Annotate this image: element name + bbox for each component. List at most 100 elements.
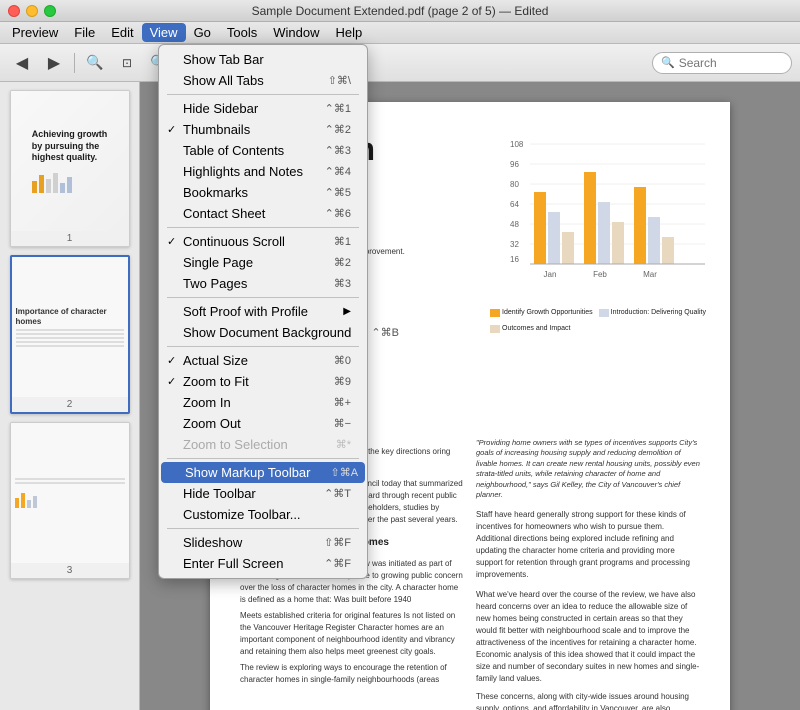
menu-label-thumbnails: Thumbnails [183, 122, 250, 137]
menu-label-show-tab-bar: Show Tab Bar [183, 52, 264, 67]
menu-go[interactable]: Go [186, 23, 219, 42]
toolbar-sep-1 [74, 53, 75, 73]
menu-label-zoom-out: Zoom Out [183, 416, 241, 431]
svg-text:16: 16 [510, 255, 519, 264]
zoom-fit-button[interactable]: ⊡ [113, 49, 141, 77]
menu-item-customize-toolbar[interactable]: Customize Toolbar... [159, 504, 367, 525]
svg-text:108: 108 [510, 140, 524, 149]
zoom-out-button[interactable]: 🔍 [81, 49, 109, 77]
search-box[interactable]: 🔍 [652, 52, 792, 74]
thumb-preview-1: Achieving growthby pursuing thehighest q… [11, 91, 129, 231]
menu-item-table-of-contents[interactable]: Table of Contents ⌃⌘3 [159, 140, 367, 161]
menu-shortcut-continuous: ⌘1 [314, 235, 351, 248]
thumbnail-page-3[interactable]: 3 [10, 422, 130, 579]
menu-shortcut-bookmarks: ⌃⌘5 [305, 186, 351, 199]
thumb-preview-2: Importance of character homes [12, 257, 128, 397]
sep-3 [167, 297, 359, 298]
menu-item-zoom-to-fit[interactable]: Zoom to Fit ⌘9 [159, 371, 367, 392]
menu-label-slideshow: Slideshow [183, 535, 242, 550]
pdf-right-body3: These concerns, along with city-wide iss… [476, 691, 700, 710]
menu-view[interactable]: View [142, 23, 186, 42]
submenu-arrow-soft-proof: ▶ [343, 306, 351, 317]
menu-label-zoom-in: Zoom In [183, 395, 231, 410]
menu-item-show-doc-bg[interactable]: Show Document Background ⌃⌘B [159, 322, 367, 343]
menu-preview[interactable]: Preview [4, 23, 66, 42]
menu-label-show-markup-toolbar: Show Markup Toolbar [185, 465, 311, 480]
menu-shortcut-hide-sidebar: ⌃⌘1 [305, 102, 351, 115]
menu-item-zoom-out[interactable]: Zoom Out ⌘− [159, 413, 367, 434]
sep-5 [167, 458, 359, 459]
svg-text:Jan: Jan [544, 270, 557, 279]
menu-label-two-pages: Two Pages [183, 276, 247, 291]
search-icon: 🔍 [661, 56, 675, 69]
page-number-1: 1 [11, 231, 129, 246]
title-bar: Sample Document Extended.pdf (page 2 of … [0, 0, 800, 22]
menu-item-show-tab-bar[interactable]: Show Tab Bar [159, 49, 367, 70]
menu-item-zoom-in[interactable]: Zoom In ⌘+ [159, 392, 367, 413]
back-button[interactable]: ◀ [8, 49, 36, 77]
menu-item-bookmarks[interactable]: Bookmarks ⌃⌘5 [159, 182, 367, 203]
toolbar: ◀ ▶ 🔍 ⊡ 🔍 ⬆ ✒ ⬡ 🔍 [0, 44, 800, 82]
menu-shortcut-show-all-tabs: ⇧⌘\ [308, 74, 351, 87]
menu-item-hide-sidebar[interactable]: Hide Sidebar ⌃⌘1 [159, 98, 367, 119]
menu-shortcut-show-doc-bg: ⌃⌘B [351, 326, 399, 339]
menu-label-zoom-to-selection: Zoom to Selection [183, 437, 288, 452]
menu-file[interactable]: File [66, 23, 103, 42]
menu-shortcut-thumbnails: ⌃⌘2 [305, 123, 351, 136]
menu-edit[interactable]: Edit [103, 23, 141, 42]
menu-item-single-page[interactable]: Single Page ⌘2 [159, 252, 367, 273]
menu-label-single-page: Single Page [183, 255, 253, 270]
pdf-right-body2: What we've heard over the course of the … [476, 589, 700, 685]
pdf-section-body2: Meets established criteria for original … [240, 610, 464, 658]
menu-shortcut-full-screen: ⌃⌘F [304, 557, 351, 570]
menu-item-show-all-tabs[interactable]: Show All Tabs ⇧⌘\ [159, 70, 367, 91]
menu-shortcut-actual-size: ⌘0 [314, 354, 351, 367]
menu-item-two-pages[interactable]: Two Pages ⌘3 [159, 273, 367, 294]
menu-window[interactable]: Window [265, 23, 327, 42]
pdf-chart: 108 96 80 64 48 32 16 [490, 122, 710, 302]
menu-item-highlights-notes[interactable]: Highlights and Notes ⌃⌘4 [159, 161, 367, 182]
sep-6 [167, 528, 359, 529]
menu-label-table-of-contents: Table of Contents [183, 143, 284, 158]
menu-label-highlights-notes: Highlights and Notes [183, 164, 303, 179]
search-input[interactable] [679, 56, 783, 70]
menu-item-hide-toolbar[interactable]: Hide Toolbar ⌃⌘T [159, 483, 367, 504]
menu-shortcut-zoom-out: ⌘− [314, 417, 351, 430]
menu-item-continuous-scroll[interactable]: Continuous Scroll ⌘1 [159, 231, 367, 252]
svg-text:32: 32 [510, 240, 519, 249]
menu-label-zoom-to-fit: Zoom to Fit [183, 374, 249, 389]
menu-item-enter-full-screen[interactable]: Enter Full Screen ⌃⌘F [159, 553, 367, 574]
svg-text:Feb: Feb [593, 270, 607, 279]
menu-item-zoom-to-selection[interactable]: Zoom to Selection ⌘* [159, 434, 367, 455]
sep-1 [167, 94, 359, 95]
forward-button[interactable]: ▶ [40, 49, 68, 77]
svg-text:64: 64 [510, 200, 519, 209]
menu-label-soft-proof: Soft Proof with Profile [183, 304, 308, 319]
window-title: Sample Document Extended.pdf (page 2 of … [252, 4, 549, 18]
pdf-section-body3: The review is exploring ways to encourag… [240, 662, 464, 686]
menu-help[interactable]: Help [328, 23, 371, 42]
thumbnail-page-1[interactable]: Achieving growthby pursuing thehighest q… [10, 90, 130, 247]
menu-label-bookmarks: Bookmarks [183, 185, 248, 200]
menu-item-thumbnails[interactable]: Thumbnails ⌃⌘2 [159, 119, 367, 140]
menu-item-slideshow[interactable]: Slideshow ⇧⌘F [159, 532, 367, 553]
menu-item-contact-sheet[interactable]: Contact Sheet ⌃⌘6 [159, 203, 367, 224]
maximize-button[interactable] [44, 5, 56, 17]
svg-text:80: 80 [510, 180, 519, 189]
svg-text:96: 96 [510, 160, 519, 169]
menu-item-actual-size[interactable]: Actual Size ⌘0 [159, 350, 367, 371]
minimize-button[interactable] [26, 5, 38, 17]
close-button[interactable] [8, 5, 20, 17]
page-number-3: 3 [11, 563, 129, 578]
menu-shortcut-zoom-in: ⌘+ [314, 396, 351, 409]
menu-item-soft-proof[interactable]: Soft Proof with Profile ▶ [159, 301, 367, 322]
menu-label-contact-sheet: Contact Sheet [183, 206, 265, 221]
pdf-quote: "Providing home owners with se types of … [476, 438, 700, 501]
menu-item-show-markup-toolbar[interactable]: Show Markup Toolbar ⇧⌘A [161, 462, 365, 483]
window-controls [8, 5, 56, 17]
sep-4 [167, 346, 359, 347]
menu-tools[interactable]: Tools [219, 23, 265, 42]
svg-text:Mar: Mar [643, 270, 657, 279]
thumbnail-page-2[interactable]: Importance of character homes 2 [10, 255, 130, 414]
pdf-right-body1: Staff have heard generally strong suppor… [476, 509, 700, 581]
